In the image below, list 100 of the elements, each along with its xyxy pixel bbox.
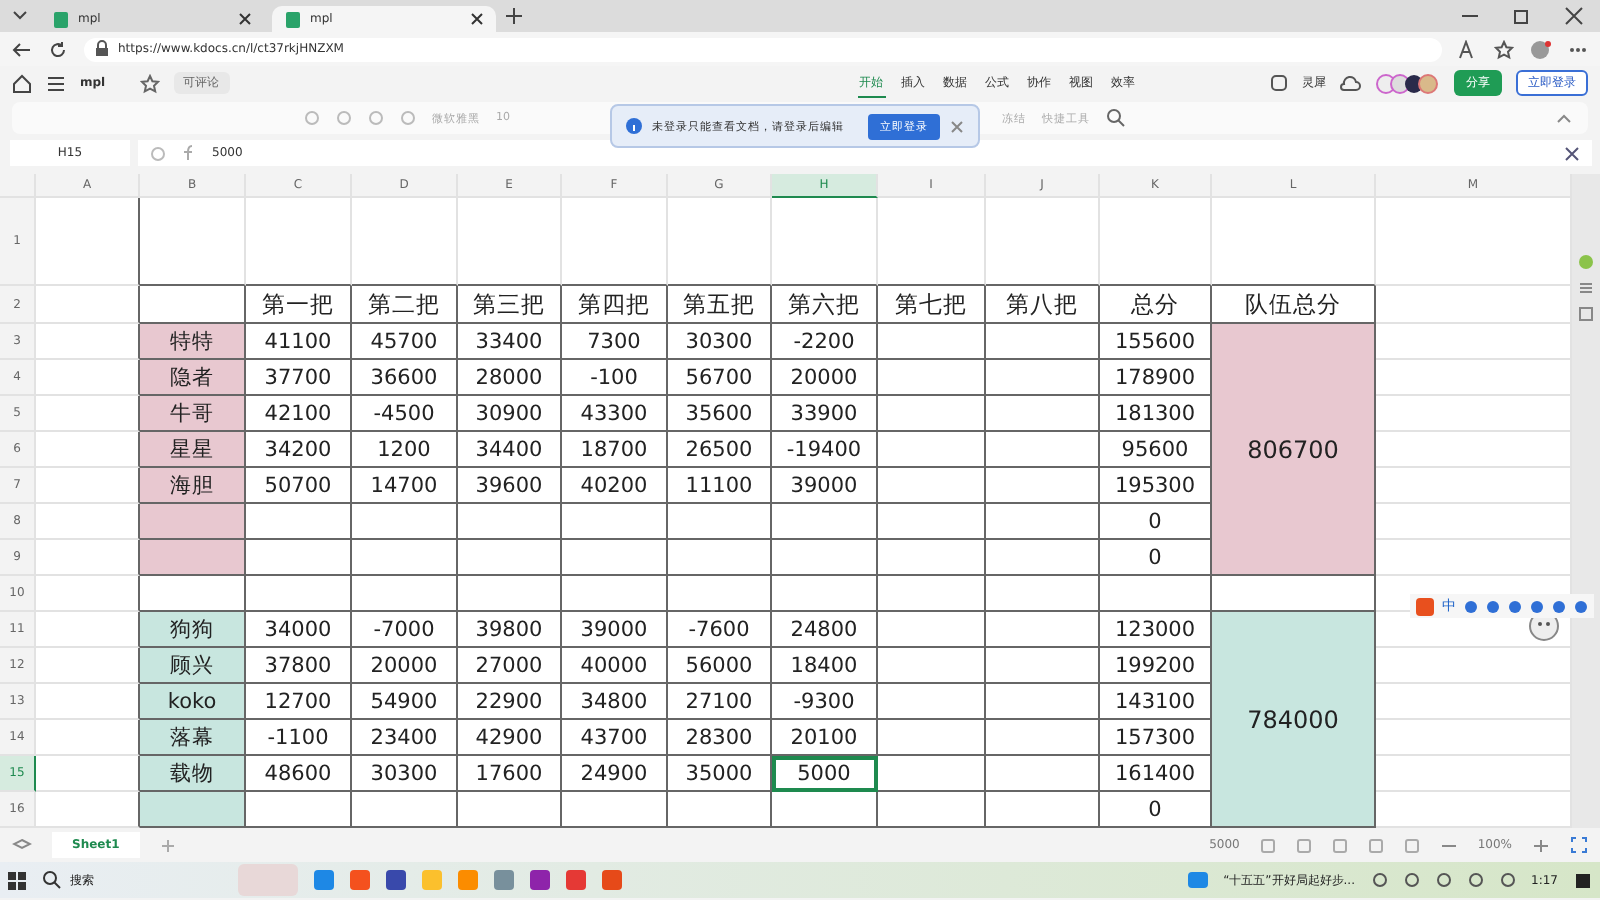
name-cell: 星星 bbox=[140, 432, 246, 468]
table-cell bbox=[36, 720, 140, 756]
chevron-icon[interactable] bbox=[1371, 872, 1388, 888]
table-cell bbox=[246, 540, 352, 576]
menu-icon[interactable] bbox=[46, 73, 66, 93]
name-cell bbox=[140, 792, 246, 828]
column-heading: 第三把 bbox=[458, 286, 562, 324]
table-cell: -9300 bbox=[772, 684, 878, 720]
battery-icon[interactable] bbox=[1499, 872, 1516, 888]
table-cell: 1200 bbox=[352, 432, 458, 468]
table-cell bbox=[458, 540, 562, 576]
name-cell: 隐者 bbox=[140, 360, 246, 396]
microphone-icon[interactable] bbox=[1508, 599, 1522, 613]
news-icon[interactable] bbox=[1187, 870, 1208, 890]
table-cell: 26500 bbox=[668, 432, 772, 468]
keyboard-icon[interactable] bbox=[1530, 599, 1544, 613]
function-icon[interactable] bbox=[182, 144, 196, 162]
table-cell: -1100 bbox=[246, 720, 352, 756]
toolbox-icon[interactable] bbox=[1574, 599, 1588, 613]
name-cell: 牛哥 bbox=[140, 396, 246, 432]
grid-icon[interactable] bbox=[1578, 306, 1594, 322]
collapse-icon[interactable] bbox=[1556, 111, 1572, 125]
column-heading: 队伍总分 bbox=[1212, 286, 1376, 324]
table-cell bbox=[140, 198, 246, 286]
table-cell: -100 bbox=[562, 360, 668, 396]
table-cell bbox=[986, 612, 1100, 648]
name-cell: 特特 bbox=[140, 324, 246, 360]
list-icon[interactable] bbox=[1578, 280, 1594, 296]
table-cell: 41100 bbox=[246, 324, 352, 360]
table-cell: 23400 bbox=[352, 720, 458, 756]
fullscreen-icon[interactable] bbox=[1570, 836, 1588, 854]
table-cell bbox=[878, 360, 986, 396]
sheet-list-icon[interactable] bbox=[12, 837, 32, 853]
input-method-logo-icon[interactable] bbox=[1416, 597, 1434, 615]
skin-icon[interactable] bbox=[1552, 599, 1566, 613]
close-icon[interactable] bbox=[470, 12, 484, 26]
table-cell bbox=[668, 198, 772, 286]
table-cell bbox=[986, 756, 1100, 792]
table-cell: 35600 bbox=[668, 396, 772, 432]
table-cell: 42100 bbox=[246, 396, 352, 432]
table-cell: 20100 bbox=[772, 720, 878, 756]
table-cell: 56000 bbox=[668, 648, 772, 684]
star-icon[interactable] bbox=[1494, 39, 1514, 59]
table-cell bbox=[772, 540, 878, 576]
table-cell bbox=[878, 432, 986, 468]
table-cell: 5000 bbox=[772, 756, 878, 792]
column-heading: 第六把 bbox=[772, 286, 878, 324]
avatar-icon[interactable] bbox=[1530, 39, 1552, 59]
close-icon[interactable] bbox=[238, 12, 252, 26]
table-cell bbox=[458, 504, 562, 540]
punctuation-icon[interactable] bbox=[1464, 599, 1478, 613]
collaborator-avatars-icon[interactable] bbox=[1376, 73, 1440, 93]
reload-icon[interactable] bbox=[48, 39, 68, 59]
table-cell: 30900 bbox=[458, 396, 562, 432]
table-cell bbox=[772, 576, 878, 612]
table-cell bbox=[246, 504, 352, 540]
zoom-in-icon[interactable] bbox=[1532, 837, 1550, 853]
table-cell: 34400 bbox=[458, 432, 562, 468]
table-cell: -7000 bbox=[352, 612, 458, 648]
table-cell bbox=[352, 198, 458, 286]
table-cell: -4500 bbox=[352, 396, 458, 432]
table-cell bbox=[140, 576, 246, 612]
star-icon[interactable] bbox=[139, 73, 160, 93]
table-cell: 40200 bbox=[562, 468, 668, 504]
new-tab-icon[interactable] bbox=[504, 6, 524, 26]
table-cell: 27000 bbox=[458, 648, 562, 684]
search-icon[interactable] bbox=[1106, 108, 1126, 128]
network-icon[interactable] bbox=[1435, 872, 1452, 888]
table-cell bbox=[986, 720, 1100, 756]
table-cell: 123000 bbox=[1100, 612, 1212, 648]
emoji-icon[interactable] bbox=[1486, 599, 1500, 613]
table-cell: 0 bbox=[1100, 792, 1212, 828]
close-icon[interactable] bbox=[1564, 6, 1584, 26]
table-cell: 39800 bbox=[458, 612, 562, 648]
table-cell: 14700 bbox=[352, 468, 458, 504]
windows-start-icon[interactable] bbox=[8, 871, 26, 889]
table-cell: 39000 bbox=[562, 612, 668, 648]
notification-icon[interactable] bbox=[1574, 871, 1592, 889]
table-cell: 12700 bbox=[246, 684, 352, 720]
table-cell bbox=[878, 576, 986, 612]
expand-icon[interactable] bbox=[1564, 145, 1580, 161]
table-cell bbox=[1100, 198, 1212, 286]
table-cell bbox=[36, 286, 140, 324]
shield-icon[interactable] bbox=[1403, 872, 1420, 888]
cloud-icon[interactable] bbox=[1340, 73, 1362, 93]
home-icon[interactable] bbox=[12, 73, 32, 93]
volume-icon[interactable] bbox=[1467, 872, 1484, 888]
back-icon[interactable] bbox=[12, 39, 32, 59]
table-cell: 11100 bbox=[668, 468, 772, 504]
name-cell: 载物 bbox=[140, 756, 246, 792]
table-cell bbox=[986, 432, 1100, 468]
column-heading: 第二把 bbox=[352, 286, 458, 324]
read-aloud-icon[interactable] bbox=[1458, 39, 1478, 59]
name-cell bbox=[140, 540, 246, 576]
ai-icon[interactable] bbox=[1270, 74, 1288, 92]
restore-icon[interactable] bbox=[1512, 6, 1532, 26]
table-cell: 37800 bbox=[246, 648, 352, 684]
table-cell: 34200 bbox=[246, 432, 352, 468]
table-cell: 22900 bbox=[458, 684, 562, 720]
table-cell bbox=[352, 504, 458, 540]
